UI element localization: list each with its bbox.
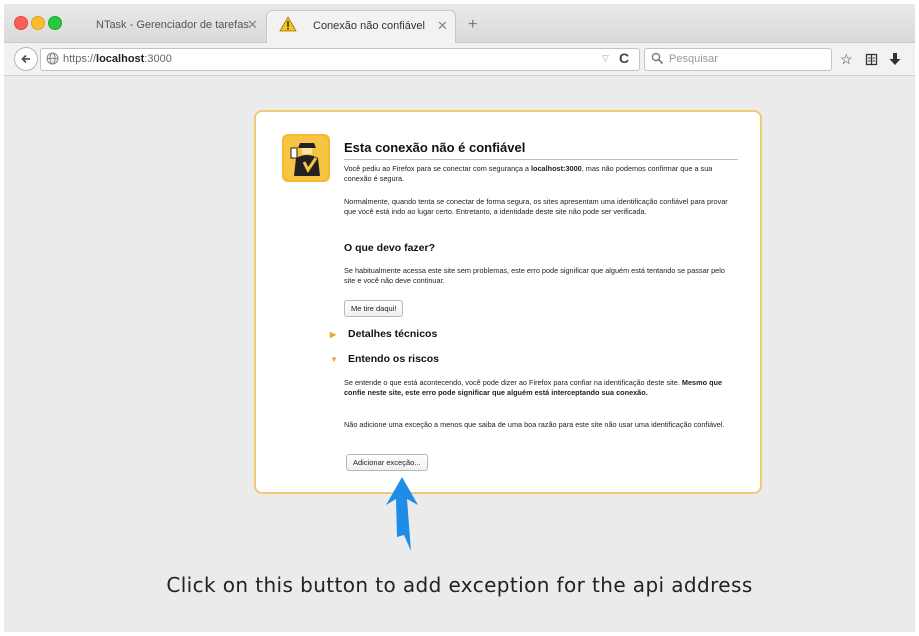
warning-triangle-icon (279, 16, 297, 32)
collapse-arrow-icon: ▼ (330, 355, 338, 364)
url-text: https://localhost:3000 (63, 53, 172, 65)
close-tab-icon[interactable]: ✕ (247, 17, 258, 33)
magnifier-icon (651, 52, 664, 65)
pointer-arrow-icon (386, 477, 418, 551)
untrusted-connection-panel: Esta conexão não é confiável Você pediu … (254, 110, 762, 494)
reading-list-icon[interactable] (865, 53, 878, 66)
understand-risks-expander[interactable]: ▼ Entendo os riscos (330, 353, 439, 365)
new-tab-button[interactable]: + (468, 16, 477, 34)
search-box[interactable]: Pesquisar (644, 48, 832, 71)
page-content: Esta conexão não é confiável Você pediu … (4, 76, 915, 632)
tab-strip: NTask - Gerenciador de tarefas ✕ Conexão… (4, 4, 915, 43)
expander-label: Entendo os riscos (348, 353, 440, 365)
instruction-caption: Click on this button to add exception fo… (166, 573, 753, 597)
tab-title: Conexão não confiável (313, 20, 425, 32)
security-guard-icon (282, 134, 330, 182)
intro-paragraph: Você pediu ao Firefox para se conectar c… (344, 164, 713, 183)
reload-icon[interactable]: C (619, 50, 629, 66)
download-arrow-icon[interactable] (889, 52, 901, 66)
get-me-out-button[interactable]: Me tire daqui! (344, 300, 404, 317)
section-heading: O que devo fazer? (344, 242, 436, 254)
zoom-window-button[interactable] (48, 16, 62, 30)
expander-label: Detalhes técnicos (348, 328, 438, 340)
expand-arrow-icon: ▶ (330, 330, 337, 339)
risk-paragraph: Se entende o que está acontecendo, você … (344, 378, 723, 397)
dropdown-arrow-icon[interactable]: ▽ (602, 53, 609, 64)
add-exception-button[interactable]: Adicionar exceção... (346, 454, 428, 471)
close-tab-icon[interactable]: ✕ (437, 18, 448, 34)
close-window-button[interactable] (14, 16, 28, 30)
back-arrow-icon (21, 54, 30, 64)
address-bar[interactable]: https://localhost:3000 ▽ C (40, 48, 640, 71)
search-placeholder: Pesquisar (669, 53, 718, 65)
page-title: Esta conexão não é confiável (344, 140, 738, 160)
back-button[interactable] (14, 47, 38, 71)
star-icon[interactable]: ☆ (840, 51, 853, 68)
globe-icon (46, 52, 59, 65)
advice-paragraph: Se habitualmente acessa este site sem pr… (344, 266, 725, 285)
exception-warning-paragraph: Não adicione uma exceção a menos que sai… (344, 420, 725, 429)
minimize-window-button[interactable] (31, 16, 45, 30)
browser-window: NTask - Gerenciador de tarefas ✕ Conexão… (4, 4, 915, 632)
explanation-paragraph: Normalmente, quando tenta se conectar de… (344, 197, 728, 216)
navigation-toolbar: https://localhost:3000 ▽ C Pesquisar ☆ (4, 43, 915, 76)
tab-ntask[interactable]: NTask - Gerenciador de tarefas ✕ (82, 10, 262, 42)
tab-title: NTask - Gerenciador de tarefas (96, 19, 249, 31)
tab-untrusted-connection[interactable]: Conexão não confiável ✕ (266, 10, 456, 43)
technical-details-expander[interactable]: ▶ Detalhes técnicos (330, 328, 437, 340)
